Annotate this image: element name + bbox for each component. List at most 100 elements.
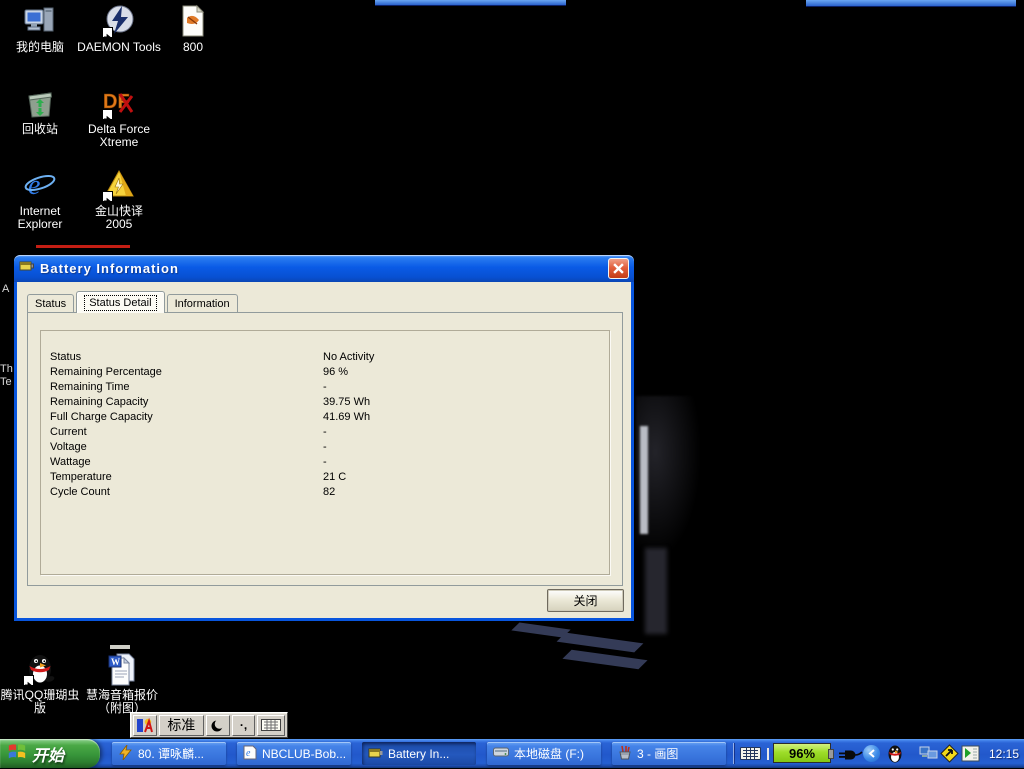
tab-label: Status xyxy=(35,298,66,310)
disk-drive-icon xyxy=(493,746,509,761)
hidden-window-top-edge xyxy=(375,0,566,6)
document-icon xyxy=(176,4,210,38)
row-value: - xyxy=(323,456,327,468)
row-value: 82 xyxy=(323,486,335,498)
internet-explorer-icon: e xyxy=(23,168,57,202)
dialog-titlebar[interactable]: Battery Information xyxy=(14,255,634,282)
dialog-tabstrip: Status Status Detail Information xyxy=(27,291,240,312)
desktop-icon-label: 腾讯QQ珊瑚虫 版 xyxy=(1,689,80,715)
row-label: Status xyxy=(50,351,81,363)
table-row: Cycle Count82 xyxy=(50,486,603,501)
battery-icon xyxy=(368,746,383,762)
tab-status-detail[interactable]: Status Detail xyxy=(76,291,164,313)
battery-information-dialog: Battery Information Status Status Detail… xyxy=(14,255,634,621)
table-row: Wattage- xyxy=(50,456,603,471)
taskbar-item-label: 3 - 画图 xyxy=(637,745,678,762)
word-document-icon: W xyxy=(105,652,139,686)
qq-tray-icon[interactable] xyxy=(886,744,904,769)
table-row: StatusNo Activity xyxy=(50,351,603,366)
row-label: Remaining Capacity xyxy=(50,396,148,408)
ime-softkeyboard-icon[interactable] xyxy=(257,715,285,736)
desktop-icon-label: Delta Force Xtreme xyxy=(88,123,150,149)
ime-fullwidth-moon-icon[interactable] xyxy=(206,715,230,736)
cutoff-label: A xyxy=(2,283,9,295)
tab-status[interactable]: Status xyxy=(27,294,74,312)
shortcut-arrow-icon xyxy=(102,109,113,120)
desktop-icon-word-doc[interactable]: W 慧海音箱报价 （附图） xyxy=(76,652,168,715)
battery-percent: 96% xyxy=(789,746,815,761)
hidden-icon-fragment xyxy=(110,645,130,649)
tab-information[interactable]: Information xyxy=(167,294,238,312)
desktop-icon-label: Internet Explorer xyxy=(18,205,63,231)
row-value: - xyxy=(323,381,327,393)
desktop-icon-my-computer[interactable]: 我的电脑 xyxy=(0,4,80,54)
table-row: Remaining Capacity 39.75 Wh xyxy=(50,396,603,411)
wallpaper-stripe xyxy=(557,633,644,653)
taskbar-item-local-disk[interactable]: 本地磁盘 (F:) xyxy=(487,742,601,765)
desktop-icon-label: 金山快译 2005 xyxy=(95,205,143,231)
taskbar-item-label: Battery In... xyxy=(388,747,449,761)
row-label: Voltage xyxy=(50,441,87,453)
tray-divider xyxy=(767,748,769,760)
wallpaper-object xyxy=(636,396,700,556)
cutoff-label: Te xyxy=(0,376,12,388)
row-value: 41.69 Wh xyxy=(323,411,370,423)
shortcut-arrow-icon xyxy=(23,675,34,686)
desktop-icon-qq[interactable]: 腾讯QQ珊瑚虫 版 xyxy=(0,652,80,715)
batterymon-tray-icon[interactable] xyxy=(961,745,980,767)
taskbar-item-label: 本地磁盘 (F:) xyxy=(514,745,584,762)
keyboard-tray-icon[interactable] xyxy=(740,747,761,765)
taskbar-item-paint[interactable]: 3 - 画图 xyxy=(612,742,726,765)
row-value: - xyxy=(323,441,327,453)
ime-logo-icon[interactable] xyxy=(133,715,157,736)
ime-tray-diamond-icon[interactable] xyxy=(940,744,959,768)
shortcut-arrow-icon xyxy=(102,27,113,38)
dialog-title: Battery Information xyxy=(40,261,603,276)
wallpaper-smudge xyxy=(645,548,667,634)
row-label: Full Charge Capacity xyxy=(50,411,153,423)
table-row: Temperature21 C xyxy=(50,471,603,486)
ime-punctuation-button[interactable]: ·, xyxy=(232,715,256,736)
close-icon[interactable] xyxy=(608,258,629,279)
winamp-icon xyxy=(118,745,133,763)
row-value: - xyxy=(323,426,327,438)
desktop-icon-daemon-tools[interactable]: DAEMON Tools xyxy=(76,4,162,54)
qq-penguin-icon xyxy=(23,652,57,686)
status-detail-groupbox: StatusNo Activity Remaining Percentage96… xyxy=(40,330,610,575)
svg-text:W: W xyxy=(111,657,120,667)
table-row: Current- xyxy=(50,426,603,441)
svg-text:e: e xyxy=(246,748,251,759)
taskbar-item-ie[interactable]: e NBCLUB-Bob... xyxy=(237,742,351,765)
desktop-icon-delta-force[interactable]: DF Delta Force Xtreme xyxy=(76,86,162,149)
svg-text:e: e xyxy=(28,170,40,201)
paint-icon xyxy=(618,745,632,763)
desktop-icon-label: 回收站 xyxy=(22,123,58,136)
row-value: 39.75 Wh xyxy=(323,396,370,408)
desktop-icon-label: 800 xyxy=(183,41,203,54)
ime-mode-button[interactable]: 标准 xyxy=(159,715,204,736)
desktop-icon-label: DAEMON Tools xyxy=(77,41,161,54)
table-row: Remaining Percentage96 % xyxy=(50,366,603,381)
row-value: 21 C xyxy=(323,471,346,483)
recycle-bin-icon xyxy=(23,86,57,120)
power-plug-icon[interactable] xyxy=(838,748,863,766)
hide-tray-icons-chevron[interactable] xyxy=(863,745,880,762)
status-detail-panel: StatusNo Activity Remaining Percentage96… xyxy=(27,312,623,586)
cutoff-label: Th xyxy=(0,363,13,375)
tray-separator xyxy=(733,743,734,764)
desktop-icon-800[interactable]: 800 xyxy=(158,4,228,54)
tray-clock[interactable]: 12:15 xyxy=(984,739,1024,768)
battery-gauge[interactable]: 96% xyxy=(773,743,831,763)
network-tray-icon[interactable] xyxy=(919,746,939,766)
taskbar: 开始 80. 谭咏麟... e NBCLUB-Bob... Battery In… xyxy=(0,739,1024,768)
desktop-icon-internet-explorer[interactable]: e Internet Explorer xyxy=(0,168,80,231)
desktop-icon-kingsoft[interactable]: 金山快译 2005 xyxy=(76,168,162,231)
close-button[interactable]: 关闭 xyxy=(547,589,624,612)
desktop-icon-recycle-bin[interactable]: 回收站 xyxy=(0,86,80,136)
taskbar-item-music[interactable]: 80. 谭咏麟... xyxy=(112,742,226,765)
daemon-tools-icon xyxy=(102,4,136,38)
delta-force-icon: DF xyxy=(102,86,136,120)
start-button[interactable]: 开始 xyxy=(0,739,100,768)
taskbar-item-battery[interactable]: Battery In... xyxy=(362,742,476,765)
ime-language-bar[interactable]: 标准 ·, xyxy=(130,712,288,738)
